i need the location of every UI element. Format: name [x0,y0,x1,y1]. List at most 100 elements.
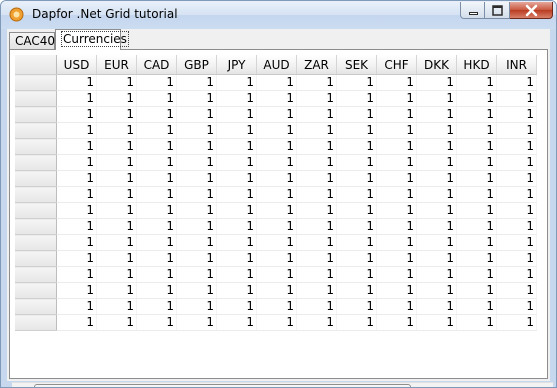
grid-cell[interactable]: 1 [56,202,97,219]
minimize-button[interactable] [460,2,485,19]
grid-cell[interactable]: 1 [296,298,337,315]
grid-cell[interactable]: 1 [376,314,417,331]
table-row[interactable]: 111111111111 [15,186,537,203]
grid-cell[interactable]: 1 [336,234,377,251]
grid-cell[interactable]: 1 [56,250,97,267]
grid-cell[interactable]: 1 [216,138,257,155]
grid-cell[interactable]: 1 [96,170,137,187]
grid-cell[interactable]: 1 [496,74,537,91]
grid-cell[interactable]: 1 [336,314,377,331]
table-row[interactable]: 111111111111 [15,138,537,155]
grid-cell[interactable]: 1 [496,106,537,123]
grid-cell[interactable]: 1 [216,170,257,187]
grid-cell[interactable]: 1 [256,202,297,219]
row-header[interactable] [15,90,57,107]
grid-cell[interactable]: 1 [216,266,257,283]
grid-cell[interactable]: 1 [456,186,497,203]
grid-cell[interactable]: 1 [296,106,337,123]
grid-cell[interactable]: 1 [216,282,257,299]
grid-cell[interactable]: 1 [336,122,377,139]
grid-cell[interactable]: 1 [336,266,377,283]
grid-cell[interactable]: 1 [256,314,297,331]
grid-cell[interactable]: 1 [376,186,417,203]
grid-cell[interactable]: 1 [176,298,217,315]
grid-cell[interactable]: 1 [96,218,137,235]
grid-cell[interactable]: 1 [136,186,177,203]
grid-cell[interactable]: 1 [416,74,457,91]
grid-cell[interactable]: 1 [496,266,537,283]
grid-cell[interactable]: 1 [136,90,177,107]
grid-cell[interactable]: 1 [96,74,137,91]
column-header[interactable]: INR [496,55,537,75]
grid-cell[interactable]: 1 [336,90,377,107]
grid-cell[interactable]: 1 [216,106,257,123]
grid-cell[interactable]: 1 [216,218,257,235]
scroll-right-icon[interactable] [536,383,553,388]
grid-cell[interactable]: 1 [376,138,417,155]
grid-cell[interactable]: 1 [136,218,177,235]
table-row[interactable]: 111111111111 [15,250,537,267]
maximize-button[interactable] [485,2,510,19]
grid-cell[interactable]: 1 [456,106,497,123]
grid-cell[interactable]: 1 [256,106,297,123]
grid-cell[interactable]: 1 [176,154,217,171]
grid-cell[interactable]: 1 [136,298,177,315]
grid-cell[interactable]: 1 [56,122,97,139]
column-header[interactable]: HKD [456,55,497,75]
grid-cell[interactable]: 1 [56,154,97,171]
grid-cell[interactable]: 1 [176,122,217,139]
grid-cell[interactable]: 1 [96,298,137,315]
grid-cell[interactable]: 1 [56,74,97,91]
grid-cell[interactable]: 1 [376,170,417,187]
column-header[interactable]: DKK [416,55,457,75]
grid-cell[interactable]: 1 [56,282,97,299]
tab-cac40[interactable]: CAC40 [9,32,55,49]
row-header[interactable] [15,186,57,203]
grid-cell[interactable]: 1 [96,314,137,331]
grid-cell[interactable]: 1 [256,170,297,187]
grid-cell[interactable]: 1 [96,186,137,203]
grid-cell[interactable]: 1 [136,282,177,299]
grid-cell[interactable]: 1 [336,138,377,155]
grid-cell[interactable]: 1 [56,90,97,107]
grid-cell[interactable]: 1 [216,314,257,331]
row-header[interactable] [15,282,57,299]
grid-cell[interactable]: 1 [336,298,377,315]
table-row[interactable]: 111111111111 [15,298,537,315]
grid-cell[interactable]: 1 [256,122,297,139]
column-header[interactable]: GBP [176,55,217,75]
grid-cell[interactable]: 1 [296,74,337,91]
grid-cell[interactable]: 1 [216,74,257,91]
grid-cell[interactable]: 1 [96,106,137,123]
grid-cell[interactable]: 1 [216,186,257,203]
grid-cell[interactable]: 1 [376,234,417,251]
grid-cell[interactable]: 1 [296,186,337,203]
grid-cell[interactable]: 1 [56,106,97,123]
grid-cell[interactable]: 1 [456,74,497,91]
grid-cell[interactable]: 1 [456,138,497,155]
grid-cell[interactable]: 1 [256,154,297,171]
grid-cell[interactable]: 1 [336,186,377,203]
grid-cell[interactable]: 1 [136,250,177,267]
grid-cell[interactable]: 1 [96,90,137,107]
grid-cell[interactable]: 1 [296,250,337,267]
grid-cell[interactable]: 1 [496,314,537,331]
grid-cell[interactable]: 1 [376,298,417,315]
grid-cell[interactable]: 1 [296,266,337,283]
title-bar[interactable]: Dapfor .Net Grid tutorial [1,1,556,29]
grid-cell[interactable]: 1 [256,74,297,91]
grid-cell[interactable]: 1 [296,314,337,331]
grid-cell[interactable]: 1 [176,74,217,91]
grid-cell[interactable]: 1 [336,154,377,171]
table-row[interactable]: 111111111111 [15,202,537,219]
grid-cell[interactable]: 1 [496,202,537,219]
grid-cell[interactable]: 1 [456,90,497,107]
grid-cell[interactable]: 1 [376,202,417,219]
grid-cell[interactable]: 1 [416,186,457,203]
grid-cell[interactable]: 1 [496,282,537,299]
grid-cell[interactable]: 1 [376,154,417,171]
horizontal-scrollbar[interactable] [12,382,553,388]
row-header[interactable] [15,218,57,235]
grid-cell[interactable]: 1 [336,170,377,187]
currency-grid[interactable]: USD EUR CAD GBP JPY AUD ZAR SEK CHF DKK … [15,55,544,357]
